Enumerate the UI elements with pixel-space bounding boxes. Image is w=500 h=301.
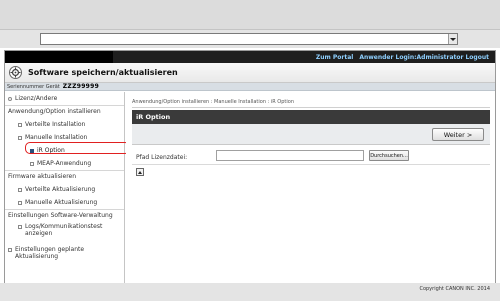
- browse-button[interactable]: Durchsuchen...: [369, 150, 409, 161]
- sidebar-item-label: Anwendung/Option installieren: [8, 108, 101, 115]
- bullet-icon: [18, 187, 22, 192]
- serial-label: Seriennummer Gerät: [7, 83, 60, 90]
- page-title: Software speichern/aktualisieren: [28, 68, 178, 77]
- bullet-icon: [18, 135, 22, 140]
- selection-highlight: [25, 142, 130, 154]
- sidebar-item-logs[interactable]: Logs/Kommunikationstest anzeigen: [18, 223, 118, 237]
- sidebar-item-label: Manuelle Installation: [25, 134, 88, 141]
- browser-toolbar: [0, 0, 500, 30]
- sidebar-item-label: Einstellungen geplante Aktualisierung: [15, 246, 85, 260]
- sidebar-item-label: Manuelle Aktualisierung: [25, 199, 98, 206]
- sidebar-item-label: MEAP-Anwendung: [37, 160, 92, 167]
- sidebar-item-label: Verteilte Aktualisierung: [25, 186, 96, 193]
- bullet-icon: [18, 122, 22, 127]
- sidebar-item-manual-update[interactable]: Manuelle Aktualisierung: [18, 199, 97, 206]
- login-info: Anwender Login:Administrator: [359, 53, 464, 61]
- address-dropdown-icon[interactable]: [448, 34, 457, 44]
- breadcrumb: Anwendung/Option installieren : Manuelle…: [132, 99, 294, 105]
- sidebar-item-label: Logs/Kommunikationstest anzeigen: [25, 223, 103, 237]
- main-content: Anwendung/Option installieren : Manuelle…: [126, 92, 495, 296]
- browser-address-strip: [0, 30, 500, 48]
- divider: [5, 170, 124, 171]
- sidebar: Lizenz/Andere Anwendung/Option installie…: [5, 92, 125, 296]
- panel-action-bar: Weiter >: [132, 124, 490, 145]
- sidebar-section-firmware[interactable]: Firmware aktualisieren: [8, 173, 76, 180]
- next-button[interactable]: Weiter >: [432, 128, 484, 141]
- sidebar-item-label: Firmware aktualisieren: [8, 173, 77, 180]
- serial-value: ZZZ99999: [62, 83, 100, 90]
- sidebar-item-label: Einstellungen Software-Verwaltung: [8, 212, 113, 219]
- bullet-icon: [18, 225, 22, 229]
- arrow-icon: [8, 96, 12, 101]
- divider: [132, 164, 490, 165]
- portal-link[interactable]: Zum Portal: [316, 54, 353, 61]
- sidebar-item-label: Lizenz/Andere: [15, 95, 58, 102]
- top-bar: Zum Portal Anwender Login:Administrator …: [5, 51, 495, 63]
- sidebar-item-manual-install[interactable]: Manuelle Installation: [18, 134, 87, 141]
- serial-bar: Seriennummer Gerät ZZZ99999: [5, 83, 495, 91]
- logout-link[interactable]: Logout: [465, 54, 489, 61]
- divider: [132, 107, 490, 108]
- bullet-icon: [8, 248, 12, 252]
- copyright: Copyright CANON INC. 2014: [419, 286, 490, 292]
- sidebar-item-license[interactable]: Lizenz/Andere: [8, 95, 57, 102]
- sidebar-item-distributed-install[interactable]: Verteilte Installation: [18, 121, 85, 128]
- sidebar-section-settings[interactable]: Einstellungen Software-Verwaltung: [8, 212, 113, 219]
- logo-area: [5, 51, 113, 63]
- app-window: Zum Portal Anwender Login:Administrator …: [4, 50, 496, 297]
- sidebar-item-scheduled-update[interactable]: Einstellungen geplante Aktualisierung: [8, 246, 108, 260]
- address-bar[interactable]: [40, 33, 458, 45]
- sidebar-item-meap[interactable]: MEAP-Anwendung: [30, 160, 91, 167]
- license-path-input[interactable]: [216, 150, 364, 161]
- divider: [5, 209, 124, 210]
- sidebar-item-label: Verteilte Installation: [25, 121, 86, 128]
- divider: [5, 105, 124, 106]
- license-path-label: Pfad Lizenzdatei:: [136, 154, 188, 161]
- page-header: Software speichern/aktualisieren: [5, 63, 495, 83]
- panel-title: iR Option: [132, 110, 490, 124]
- bullet-icon: [18, 200, 22, 205]
- scroll-up-icon[interactable]: [136, 168, 144, 176]
- sidebar-item-distributed-update[interactable]: Verteilte Aktualisierung: [18, 186, 95, 193]
- sidebar-section-install[interactable]: Anwendung/Option installieren: [8, 108, 101, 115]
- bullet-icon: [30, 161, 34, 166]
- settings-gear-icon: [9, 66, 22, 79]
